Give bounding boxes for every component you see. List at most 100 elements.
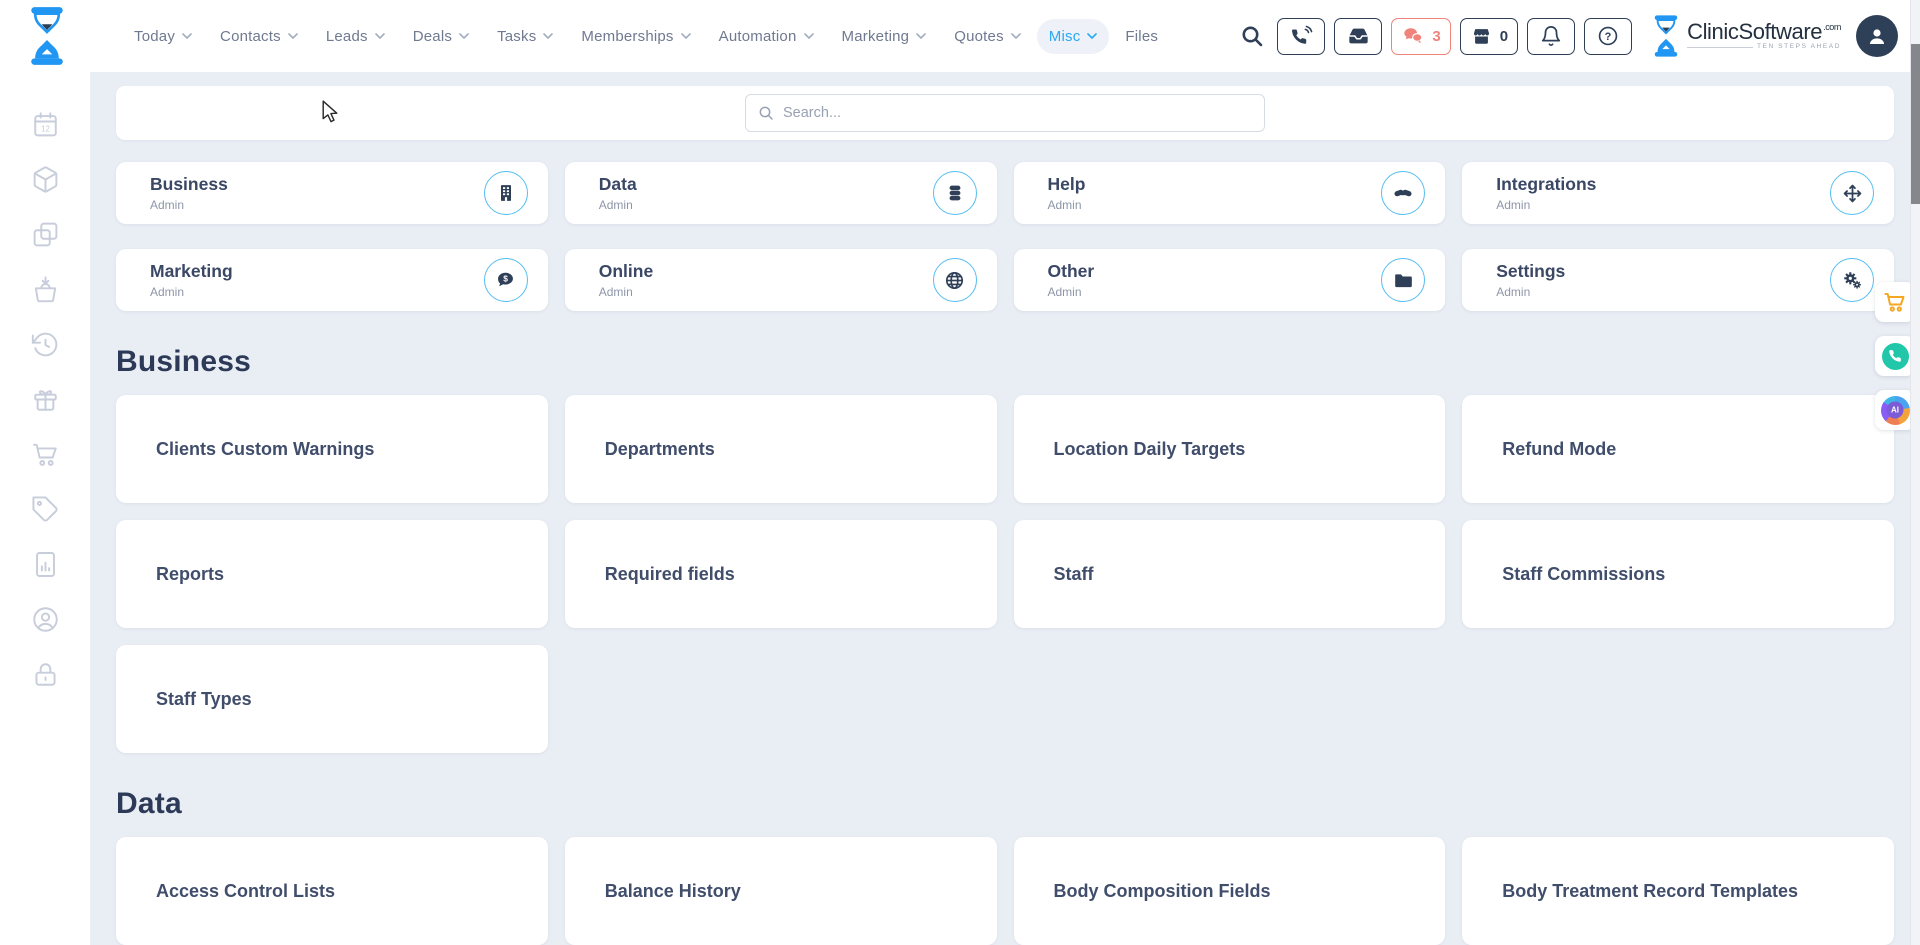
admin-link-card[interactable]: Clients Custom Warnings	[116, 395, 548, 503]
nav-item-label: Misc	[1049, 28, 1081, 45]
nav-item-quotes[interactable]: Quotes	[942, 19, 1033, 54]
history-icon	[31, 330, 60, 359]
chat-button[interactable]: 3	[1391, 18, 1450, 55]
admin-link-card[interactable]: Departments	[565, 395, 997, 503]
report-icon	[31, 550, 60, 579]
sidebar-item-vouchers[interactable]	[31, 495, 60, 524]
nav-item-contacts[interactable]: Contacts	[208, 19, 310, 54]
sidebar-item-calendar[interactable]: 12	[31, 110, 60, 139]
sidebar-item-orders[interactable]	[31, 275, 60, 304]
nav-item-misc[interactable]: Misc	[1037, 19, 1110, 54]
navbar-actions: 3 0 ?	[1236, 15, 1898, 57]
left-sidebar: 12	[0, 72, 90, 945]
package-icon	[31, 165, 60, 194]
category-card-other[interactable]: Other Admin	[1014, 249, 1446, 311]
category-card-online[interactable]: Online Admin	[565, 249, 997, 311]
building-icon	[484, 171, 528, 215]
category-card-marketing[interactable]: Marketing Admin $	[116, 249, 548, 311]
chevron-down-icon	[182, 33, 192, 39]
admin-link-card[interactable]: Required fields	[565, 520, 997, 628]
cart-icon	[1883, 290, 1907, 314]
sidebar-item-clients[interactable]	[31, 605, 60, 634]
floating-whatsapp-button[interactable]	[1875, 336, 1915, 376]
admin-link-card[interactable]: Body Treatment Record Templates	[1462, 837, 1894, 945]
admin-link-card[interactable]: Body Composition Fields	[1014, 837, 1446, 945]
floating-actions: AI	[1875, 282, 1915, 430]
card-label: Departments	[605, 439, 715, 460]
tag-icon	[31, 495, 60, 524]
globe-icon	[933, 258, 977, 302]
category-card-integrations[interactable]: Integrations Admin	[1462, 162, 1894, 224]
bag-arrow-down-icon	[31, 275, 60, 304]
card-label: Balance History	[605, 881, 741, 902]
brand-logo[interactable]: ClinicSoftware.com TEN STEPS AHEAD	[1651, 15, 1841, 57]
admin-link-card[interactable]: Staff Commissions	[1462, 520, 1894, 628]
nav-item-label: Marketing	[842, 28, 910, 45]
floating-cart-button[interactable]	[1875, 282, 1915, 322]
admin-link-card[interactable]: Reports	[116, 520, 548, 628]
sidebar-item-products[interactable]	[31, 165, 60, 194]
nav-item-deals[interactable]: Deals	[401, 19, 481, 54]
comment-dollar-icon: $	[484, 258, 528, 302]
app-logo[interactable]	[26, 7, 68, 65]
help-icon: ?	[1597, 25, 1619, 47]
search-input[interactable]	[783, 105, 1252, 121]
card-label: Staff Commissions	[1502, 564, 1665, 585]
category-card-data[interactable]: Data Admin	[565, 162, 997, 224]
nav-item-leads[interactable]: Leads	[314, 19, 397, 54]
nav-item-automation[interactable]: Automation	[707, 19, 826, 54]
notifications-button[interactable]	[1527, 18, 1575, 55]
admin-link-card[interactable]: Balance History	[565, 837, 997, 945]
cart-icon	[31, 440, 60, 469]
chevron-down-icon	[459, 33, 469, 39]
sidebar-item-security[interactable]	[31, 660, 60, 689]
help-button[interactable]: ?	[1584, 18, 1632, 55]
chat-bubbles-icon	[1401, 25, 1425, 47]
category-card-text: Data Admin	[599, 174, 637, 212]
admin-link-card[interactable]: Staff Types	[116, 645, 548, 753]
search-icon[interactable]	[1236, 20, 1268, 52]
user-avatar[interactable]	[1856, 15, 1898, 57]
admin-link-card[interactable]: Access Control Lists	[116, 837, 548, 945]
category-subtitle: Admin	[599, 198, 637, 212]
sidebar-item-duplicates[interactable]	[31, 220, 60, 249]
sidebar-item-cart[interactable]	[31, 440, 60, 469]
card-label: Body Treatment Record Templates	[1502, 881, 1798, 902]
sidebar-item-history[interactable]	[31, 330, 60, 359]
category-card-settings[interactable]: Settings Admin	[1462, 249, 1894, 311]
category-card-business[interactable]: Business Admin	[116, 162, 548, 224]
sidebar-item-reports[interactable]	[31, 550, 60, 579]
nav-item-memberships[interactable]: Memberships	[569, 19, 702, 54]
gears-icon	[1830, 258, 1874, 302]
sidebar-item-gifts[interactable]	[31, 385, 60, 414]
admin-link-card[interactable]: Refund Mode	[1462, 395, 1894, 503]
admin-link-card[interactable]: Staff	[1014, 520, 1446, 628]
data-grid: Access Control Lists Balance History Bod…	[116, 837, 1894, 945]
nav-item-files[interactable]: Files	[1113, 19, 1170, 54]
phone-button[interactable]	[1277, 18, 1325, 55]
avatar-icon	[1865, 24, 1889, 48]
main-menu: Today Contacts Leads Deals Tasks Members…	[122, 19, 1170, 54]
nav-item-label: Automation	[719, 28, 797, 45]
card-label: Body Composition Fields	[1054, 881, 1271, 902]
inbox-icon	[1347, 25, 1370, 47]
floating-ai-button[interactable]: AI	[1875, 390, 1915, 430]
inbox-button[interactable]	[1334, 18, 1382, 55]
calendar-icon: 12	[31, 110, 60, 139]
nav-item-marketing[interactable]: Marketing	[830, 19, 939, 54]
search-icon	[758, 105, 774, 121]
scrollbar-thumb[interactable]	[1911, 44, 1920, 204]
gift-icon	[31, 385, 60, 414]
admin-link-card[interactable]: Location Daily Targets	[1014, 395, 1446, 503]
nav-item-tasks[interactable]: Tasks	[485, 19, 565, 54]
store-button[interactable]: 0	[1460, 18, 1518, 55]
category-subtitle: Admin	[150, 285, 233, 299]
category-subtitle: Admin	[150, 198, 228, 212]
category-card-text: Settings Admin	[1496, 261, 1565, 299]
nav-item-today[interactable]: Today	[122, 19, 204, 54]
scrollbar[interactable]	[1910, 0, 1920, 945]
svg-text:?: ?	[1605, 31, 1612, 43]
category-card-help[interactable]: Help Admin	[1014, 162, 1446, 224]
category-card-text: Other Admin	[1048, 261, 1095, 299]
brand-tld: .com	[1823, 22, 1841, 32]
